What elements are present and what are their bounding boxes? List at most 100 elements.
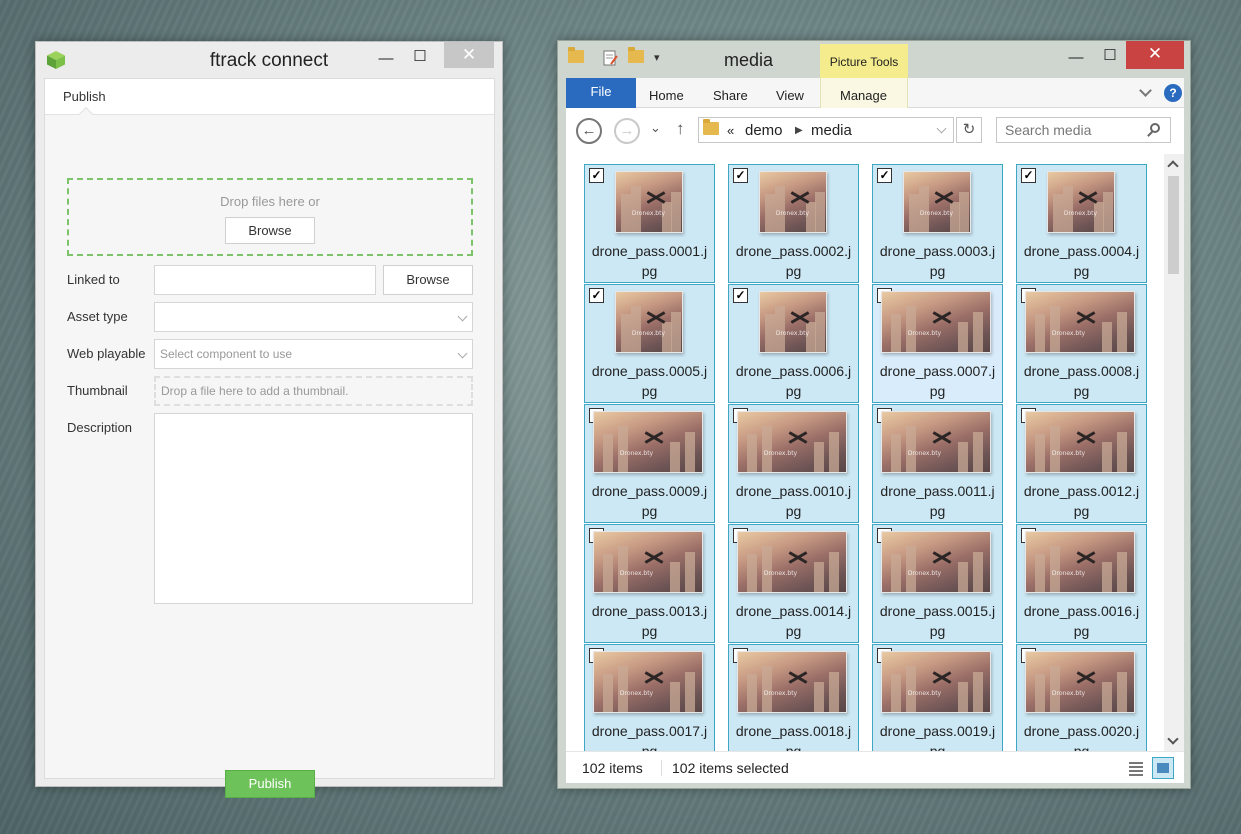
image-thumbnail: Dronex.bty: [737, 531, 847, 593]
back-arrow-icon[interactable]: ←: [576, 118, 602, 144]
selected-count: 102 items selected: [672, 760, 789, 776]
publish-button[interactable]: Publish: [225, 770, 315, 798]
thumbnail-watermark: Dronex.bty: [1051, 690, 1086, 698]
tab-home[interactable]: Home: [649, 88, 684, 103]
maximize-button[interactable]: ☐: [400, 44, 440, 72]
file-name: drone_pass.0015.jpg: [879, 603, 996, 639]
checkbox-checked-icon[interactable]: ✓: [733, 288, 748, 303]
tab-share[interactable]: Share: [713, 88, 748, 103]
checkbox-checked-icon[interactable]: ✓: [589, 288, 604, 303]
window-title: media: [724, 50, 774, 70]
web-playable-placeholder: Select component to use: [160, 347, 293, 361]
linked-to-browse-button[interactable]: Browse: [383, 265, 473, 295]
file-tile[interactable]: ✓ Dronex.bty drone_pass.0001.jpg: [584, 164, 715, 283]
large-icons-view-icon[interactable]: [1152, 757, 1174, 779]
checkbox-checked-icon[interactable]: ✓: [733, 168, 748, 183]
image-thumbnail: Dronex.bty: [593, 531, 703, 593]
new-folder-icon[interactable]: [628, 47, 644, 66]
chevron-down-icon[interactable]: [936, 123, 947, 134]
dropzone-text: Drop files here or: [220, 194, 320, 209]
thumbnail-placeholder: Drop a file here to add a thumbnail.: [161, 384, 349, 398]
vertical-scrollbar[interactable]: [1164, 154, 1184, 751]
file-tile[interactable]: ✓ Dronex.bty drone_pass.0004.jpg: [1016, 164, 1147, 283]
file-tile[interactable]: ✓Dronex.btydrone_pass.0007.jpg: [872, 284, 1003, 403]
file-name: drone_pass.0013.jpg: [591, 603, 708, 639]
web-playable-label: Web playable: [67, 346, 146, 361]
tab-view[interactable]: View: [776, 88, 804, 103]
file-tile[interactable]: ✓Dronex.btydrone_pass.0019.jpg: [872, 644, 1003, 751]
chevron-down-icon[interactable]: ▾: [654, 51, 660, 64]
search-icon[interactable]: [1150, 123, 1160, 133]
file-name: drone_pass.0012.jpg: [1023, 483, 1140, 519]
linked-to-input[interactable]: [154, 265, 376, 295]
file-name: drone_pass.0009.jpg: [591, 483, 708, 519]
search-input[interactable]: Search media: [996, 117, 1171, 143]
thumbnail-dropzone[interactable]: Drop a file here to add a thumbnail.: [154, 376, 473, 406]
checkbox-checked-icon[interactable]: ✓: [589, 168, 604, 183]
close-button[interactable]: ✕: [1126, 41, 1184, 69]
file-tile[interactable]: ✓Dronex.btydrone_pass.0015.jpg: [872, 524, 1003, 643]
scroll-up-icon[interactable]: [1167, 160, 1179, 172]
thumbnail-watermark: Dronex.bty: [619, 690, 654, 698]
checkbox-checked-icon[interactable]: ✓: [877, 168, 892, 183]
file-tile[interactable]: ✓Dronex.btydrone_pass.0008.jpg: [1016, 284, 1147, 403]
breadcrumb-separator-icon[interactable]: ▶: [795, 125, 803, 136]
folder-icon: [703, 119, 719, 138]
file-tile[interactable]: ✓Dronex.btydrone_pass.0017.jpg: [584, 644, 715, 751]
tab-publish[interactable]: Publish: [63, 89, 106, 104]
thumbnail-watermark: Dronex.bty: [775, 210, 810, 218]
chevron-down-icon: [457, 348, 468, 359]
thumbnail-watermark: Dronex.bty: [1063, 210, 1098, 218]
file-tile[interactable]: ✓Dronex.btydrone_pass.0020.jpg: [1016, 644, 1147, 751]
image-thumbnail: Dronex.bty: [737, 651, 847, 713]
checkbox-checked-icon[interactable]: ✓: [1021, 168, 1036, 183]
file-tile[interactable]: ✓ Dronex.bty drone_pass.0002.jpg: [728, 164, 859, 283]
asset-type-select[interactable]: [154, 302, 473, 332]
file-tile[interactable]: ✓Dronex.btydrone_pass.0010.jpg: [728, 404, 859, 523]
close-button[interactable]: ✕: [444, 42, 494, 68]
file-name: drone_pass.0016.jpg: [1023, 603, 1140, 639]
tab-file[interactable]: File: [566, 78, 636, 108]
file-tile[interactable]: ✓Dronex.btydrone_pass.0011.jpg: [872, 404, 1003, 523]
web-playable-select[interactable]: Select component to use: [154, 339, 473, 369]
image-thumbnail: Dronex.bty: [881, 291, 991, 353]
expand-ribbon-icon[interactable]: [1139, 84, 1152, 97]
scroll-down-icon[interactable]: [1167, 733, 1179, 745]
file-tile[interactable]: ✓Dronex.btydrone_pass.0013.jpg: [584, 524, 715, 643]
maximize-button[interactable]: ☐: [1090, 43, 1130, 71]
file-tile[interactable]: ✓Dronex.btydrone_pass.0018.jpg: [728, 644, 859, 751]
help-icon[interactable]: ?: [1164, 84, 1182, 102]
browse-files-button[interactable]: Browse: [225, 217, 315, 244]
file-tile[interactable]: ✓Dronex.btydrone_pass.0012.jpg: [1016, 404, 1147, 523]
address-bar[interactable]: « demo ▶ media: [698, 117, 954, 143]
file-dropzone[interactable]: Drop files here or Browse: [67, 178, 473, 256]
scrollbar-thumb[interactable]: [1168, 176, 1179, 274]
navigation-bar: ← → ⌄ ↑ « demo ▶ media ↻ Search media: [566, 108, 1184, 154]
file-tile[interactable]: ✓ Dronex.bty drone_pass.0003.jpg: [872, 164, 1003, 283]
breadcrumb-demo[interactable]: demo: [745, 122, 783, 139]
breadcrumb-media[interactable]: media: [811, 122, 852, 139]
file-tile[interactable]: ✓ Dronex.bty drone_pass.0005.jpg: [584, 284, 715, 403]
up-arrow-icon[interactable]: ↑: [676, 119, 685, 139]
description-textarea[interactable]: [154, 413, 473, 604]
forward-arrow-icon[interactable]: →: [614, 118, 640, 144]
breadcrumb-overflow[interactable]: «: [727, 123, 734, 138]
status-divider: [661, 760, 662, 776]
title-bar[interactable]: ▾ media Picture Tools — ☐ ✕: [558, 41, 1190, 78]
recent-locations-icon[interactable]: ⌄: [650, 120, 661, 136]
refresh-icon[interactable]: ↻: [956, 117, 982, 143]
image-thumbnail: Dronex.bty: [1025, 531, 1135, 593]
thumbnail-watermark: Dronex.bty: [907, 570, 942, 578]
file-tile[interactable]: ✓Dronex.btydrone_pass.0016.jpg: [1016, 524, 1147, 643]
file-tile[interactable]: ✓Dronex.btydrone_pass.0014.jpg: [728, 524, 859, 643]
file-name: drone_pass.0008.jpg: [1023, 363, 1140, 399]
item-count: 102 items: [582, 760, 643, 776]
properties-icon[interactable]: [602, 50, 618, 69]
details-view-icon[interactable]: [1124, 757, 1146, 779]
file-tile[interactable]: ✓ Dronex.bty drone_pass.0006.jpg: [728, 284, 859, 403]
title-bar[interactable]: ftrack connect — ☐ ✕: [36, 42, 502, 78]
thumbnail-watermark: Dronex.bty: [763, 690, 798, 698]
file-name: drone_pass.0006.jpg: [735, 363, 852, 399]
file-tile[interactable]: ✓Dronex.btydrone_pass.0009.jpg: [584, 404, 715, 523]
tab-manage[interactable]: Manage: [840, 88, 887, 103]
